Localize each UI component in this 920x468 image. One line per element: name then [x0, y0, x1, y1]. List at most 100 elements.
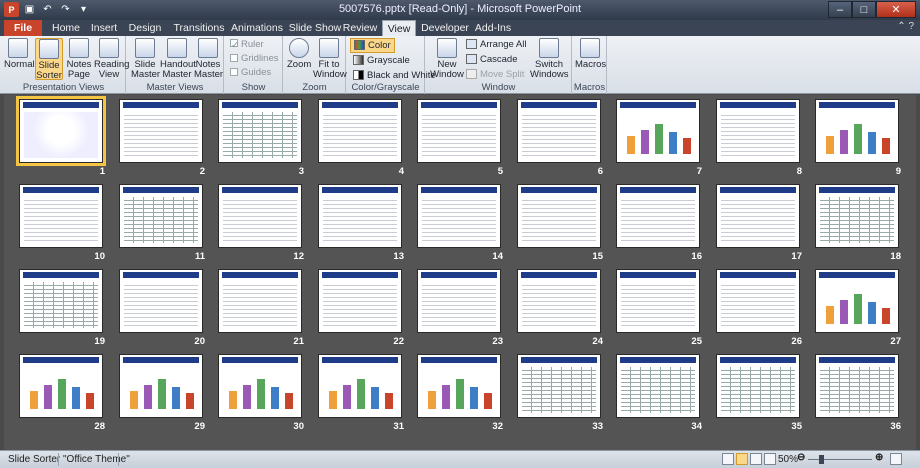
slide-show-icon[interactable]	[764, 453, 776, 465]
slide-number: 22	[393, 336, 404, 347]
maximize-icon[interactable]: □	[852, 1, 876, 18]
grayscale-button[interactable]: Grayscale	[353, 55, 410, 66]
black-and-white-button[interactable]: Black and White	[353, 70, 436, 81]
zoom-button[interactable]: Zoom	[287, 38, 311, 70]
zoom-level[interactable]: 50%	[778, 454, 798, 465]
slide-thumbnail[interactable]	[119, 269, 203, 333]
slide-sorter-button[interactable]: Slide Sorter	[35, 38, 63, 81]
slide-thumbnail[interactable]	[19, 269, 103, 333]
fit-to-window-button[interactable]: Fit to Window	[313, 38, 347, 80]
slide-title-bar	[819, 272, 895, 278]
slide-chart-bar	[868, 132, 876, 154]
zoom-out-icon[interactable]: ⊖	[797, 452, 805, 463]
slide-title-bar	[521, 187, 597, 193]
slide-thumbnail[interactable]	[218, 99, 302, 163]
slide-thumbnail[interactable]	[616, 184, 700, 248]
slide-thumbnail[interactable]	[119, 354, 203, 418]
tab-developer[interactable]: Developer	[420, 20, 470, 36]
slide-number: 30	[293, 421, 304, 432]
slide-number: 5	[497, 166, 503, 177]
slide-thumbnail[interactable]	[16, 96, 106, 166]
slide-sorter-view-icon[interactable]	[736, 453, 748, 465]
slide-number: 17	[791, 251, 802, 262]
normal-view-icon[interactable]	[722, 453, 734, 465]
slide-thumbnail[interactable]	[716, 184, 800, 248]
notes-master-button[interactable]: Notes Master	[194, 38, 223, 80]
slide-thumbnail[interactable]	[517, 269, 601, 333]
help-icon[interactable]: ⌃ ?	[897, 21, 914, 32]
tab-transitions[interactable]: Transitions	[168, 20, 230, 36]
zoom-in-icon[interactable]: ⊕	[875, 452, 883, 463]
tab-slide-show[interactable]: Slide Show	[286, 20, 344, 36]
slide-thumbnail[interactable]	[318, 184, 402, 248]
slide-thumbnail[interactable]	[517, 99, 601, 163]
slide-thumbnail[interactable]	[716, 354, 800, 418]
tab-design[interactable]: Design	[124, 20, 166, 36]
tab-review[interactable]: Review	[340, 20, 380, 36]
slide-thumbnail[interactable]	[318, 99, 402, 163]
slide-master-button[interactable]: Slide Master	[131, 38, 160, 80]
slide-thumbnail[interactable]	[517, 184, 601, 248]
slide-number: 18	[890, 251, 901, 262]
zoom-slider-thumb[interactable]	[819, 455, 824, 464]
tab-home[interactable]: Home	[48, 20, 84, 36]
slide-number: 1	[99, 166, 105, 177]
slide-thumbnail[interactable]	[815, 269, 899, 333]
slide-number: 34	[691, 421, 702, 432]
gridlines-checkbox[interactable]: Gridlines	[230, 53, 279, 64]
slide-thumbnail[interactable]	[19, 184, 103, 248]
close-icon[interactable]: ✕	[876, 1, 916, 18]
notes-page-button[interactable]: Notes Page	[65, 38, 93, 80]
guides-checkbox[interactable]: Guides	[230, 67, 271, 78]
slide-thumbnail[interactable]	[218, 354, 302, 418]
slide-chart-bar	[371, 387, 379, 409]
slide-number: 15	[592, 251, 603, 262]
normal-view-button[interactable]: Normal	[4, 38, 35, 70]
slide-thumbnail[interactable]	[616, 269, 700, 333]
slide-thumbnail[interactable]	[815, 99, 899, 163]
tab-insert[interactable]: Insert	[86, 20, 122, 36]
status-theme-name[interactable]: "Office Theme"	[63, 454, 130, 465]
reading-view-button[interactable]: Reading View	[94, 38, 129, 80]
reading-view-icon[interactable]	[750, 453, 762, 465]
slide-title-bar	[720, 272, 796, 278]
new-window-button[interactable]: New Window	[430, 38, 464, 80]
slide-thumbnail[interactable]	[815, 184, 899, 248]
slide-text	[422, 197, 496, 243]
slide-thumbnail[interactable]	[716, 99, 800, 163]
slide-thumbnail[interactable]	[318, 269, 402, 333]
slide-thumbnail[interactable]	[318, 354, 402, 418]
zoom-slider[interactable]	[808, 459, 872, 460]
slide-thumbnail[interactable]	[616, 99, 700, 163]
ruler-checkbox[interactable]: ✓ Ruler	[230, 39, 264, 51]
handout-master-button[interactable]: Handout Master	[160, 38, 196, 80]
slide-thumbnail[interactable]	[716, 269, 800, 333]
slide-thumbnail[interactable]	[815, 354, 899, 418]
slide-thumbnail[interactable]	[218, 269, 302, 333]
minimize-icon[interactable]: –	[828, 1, 852, 18]
slide-thumbnail[interactable]	[218, 184, 302, 248]
slide-thumbnail[interactable]	[517, 354, 601, 418]
slide-thumbnail[interactable]	[19, 354, 103, 418]
macros-button[interactable]: Macros	[575, 38, 606, 70]
slide-thumbnail[interactable]	[119, 99, 203, 163]
slide-thumbnail[interactable]	[417, 354, 501, 418]
fit-slide-icon[interactable]	[890, 453, 902, 465]
slide-thumbnail[interactable]	[616, 354, 700, 418]
cascade-button[interactable]: Cascade	[466, 54, 518, 65]
tab-add-ins[interactable]: Add-Ins	[472, 20, 514, 36]
arrange-all-button[interactable]: Arrange All	[466, 39, 526, 50]
tab-animations[interactable]: Animations	[230, 20, 284, 36]
slide-thumbnail[interactable]	[417, 99, 501, 163]
slide-thumbnail[interactable]	[417, 184, 501, 248]
color-button[interactable]: Color	[350, 38, 395, 53]
slide-table	[24, 282, 98, 328]
tab-view[interactable]: View	[382, 20, 416, 36]
tab-file[interactable]: File	[4, 20, 42, 36]
slide-chart-bar	[385, 393, 393, 409]
slide-sorter-pane[interactable]: 1 2 3 4 5 6 7 8 9 10 11 12 13 14 15 16 17 18 19 20 21 22 23 24 2…	[4, 95, 916, 450]
slide-thumbnail[interactable]	[119, 184, 203, 248]
slide-thumbnail[interactable]	[417, 269, 501, 333]
switch-windows-button[interactable]: Switch Windows	[530, 38, 569, 80]
move-split-button[interactable]: Move Split	[466, 69, 524, 80]
